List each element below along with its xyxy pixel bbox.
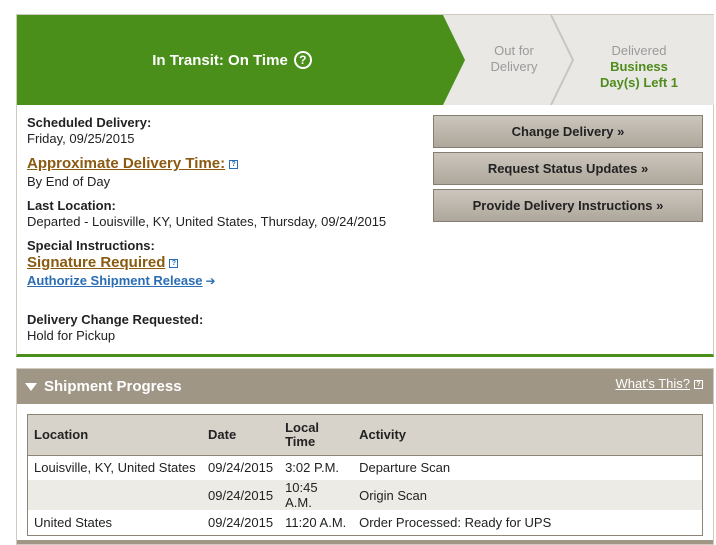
collapse-triangle-icon[interactable]: [25, 382, 37, 391]
arrow-right-icon: ➔: [205, 274, 216, 288]
stage-delivered-label: Delivered: [611, 43, 667, 58]
approx-time-row: Approximate Delivery Time:?: [27, 155, 427, 173]
stage-out-line-2: Delivery: [490, 59, 538, 74]
whats-this-label[interactable]: What's This?: [616, 376, 691, 391]
last-location-label: Last Location:: [27, 198, 116, 213]
progress-bar: In Transit: On Time ? Out for Delivery D…: [17, 15, 714, 105]
cell-activity: Order Processed: Ready for UPS: [359, 515, 552, 530]
cell-time: 10:45 A.M.: [279, 480, 354, 510]
cell-location: [28, 480, 202, 510]
col-activity: Activity: [353, 415, 702, 456]
change-requested-label: Delivery Change Requested:: [27, 312, 204, 327]
stage-delivered: Delivered Business Day(s) Left 1: [587, 43, 691, 91]
scheduled-delivery-value: Friday, 09/25/2015: [27, 131, 135, 146]
cell-date: 09/24/2015: [208, 515, 274, 530]
col-location: Location: [28, 415, 202, 456]
signature-row: Signature Required?: [27, 254, 427, 272]
change-requested-value: Hold for Pickup: [27, 328, 116, 343]
tracking-summary-card: In Transit: On Time ? Out for Delivery D…: [16, 14, 714, 357]
request-status-updates-button[interactable]: Request Status Updates »: [433, 152, 703, 185]
cell-date: 09/24/2015: [202, 480, 280, 510]
authorize-row: Authorize Shipment Release ➔: [27, 273, 427, 288]
scheduled-delivery-label: Scheduled Delivery:: [27, 115, 152, 130]
stage-in-transit: In Transit: On Time ?: [17, 15, 447, 105]
cell-activity: Origin Scan: [353, 480, 702, 510]
info-icon[interactable]: ?: [169, 259, 179, 269]
stage-current-label: In Transit: On Time: [152, 51, 288, 69]
days-left-line-2: Day(s) Left 1: [599, 75, 679, 90]
signature-required-link[interactable]: Signature Required: [27, 254, 165, 271]
last-location-value: Departed - Louisville, KY, United States…: [27, 214, 387, 229]
progress-table-wrapper: Location Date Local Time Activity Louisv…: [27, 414, 703, 536]
progress-table: Location Date Local Time Activity Louisv…: [28, 415, 702, 535]
table-row: Louisville, KY, United States 09/24/2015…: [28, 455, 702, 480]
panel-bottom-bar: [17, 540, 713, 544]
cell-date: 09/24/2015: [208, 460, 274, 476]
table-row: 09/24/2015 10:45 A.M. Origin Scan: [28, 480, 702, 510]
table-row: United States 09/24/2015 11:20 A.M. Orde…: [28, 510, 702, 535]
help-icon[interactable]: ?: [293, 51, 312, 69]
col-local-time: Local Time: [279, 415, 354, 456]
shipment-progress-panel: Shipment Progress What's This?? Location…: [16, 368, 714, 545]
cell-time: 11:20 A.M.: [285, 515, 347, 530]
table-header-row: Location Date Local Time Activity: [28, 415, 702, 456]
change-delivery-button[interactable]: Change Delivery »: [433, 115, 703, 148]
cell-location: United States: [34, 515, 113, 530]
cell-location: Louisville, KY, United States: [34, 460, 196, 476]
cell-time: 3:02 P.M.: [285, 460, 340, 476]
col-local-time-line-2: Time: [285, 433, 316, 449]
cell-activity: Departure Scan: [359, 460, 451, 476]
shipment-progress-header[interactable]: Shipment Progress What's This??: [17, 369, 713, 404]
info-icon[interactable]: ?: [694, 380, 703, 390]
stage-out-for-delivery: Out for Delivery: [469, 43, 559, 75]
stage-out-line-1: Out for: [494, 43, 534, 58]
whats-this-link[interactable]: What's This??: [616, 376, 703, 391]
special-instructions-label: Special Instructions:: [27, 238, 155, 253]
info-icon[interactable]: ?: [229, 160, 239, 170]
authorize-release-link[interactable]: Authorize Shipment Release: [27, 273, 203, 288]
days-left-line-1: Business: [610, 59, 668, 74]
shipment-progress-title: Shipment Progress: [44, 378, 182, 395]
delivery-details: Scheduled Delivery: Friday, 09/25/2015 A…: [27, 115, 427, 344]
provide-instructions-button[interactable]: Provide Delivery Instructions »: [433, 189, 703, 222]
col-date: Date: [202, 415, 280, 456]
col-local-time-line-1: Local: [285, 419, 320, 435]
action-buttons: Change Delivery » Request Status Updates…: [433, 115, 703, 226]
approx-delivery-value: By End of Day: [27, 174, 111, 189]
approx-delivery-time-link[interactable]: Approximate Delivery Time:: [27, 155, 225, 172]
